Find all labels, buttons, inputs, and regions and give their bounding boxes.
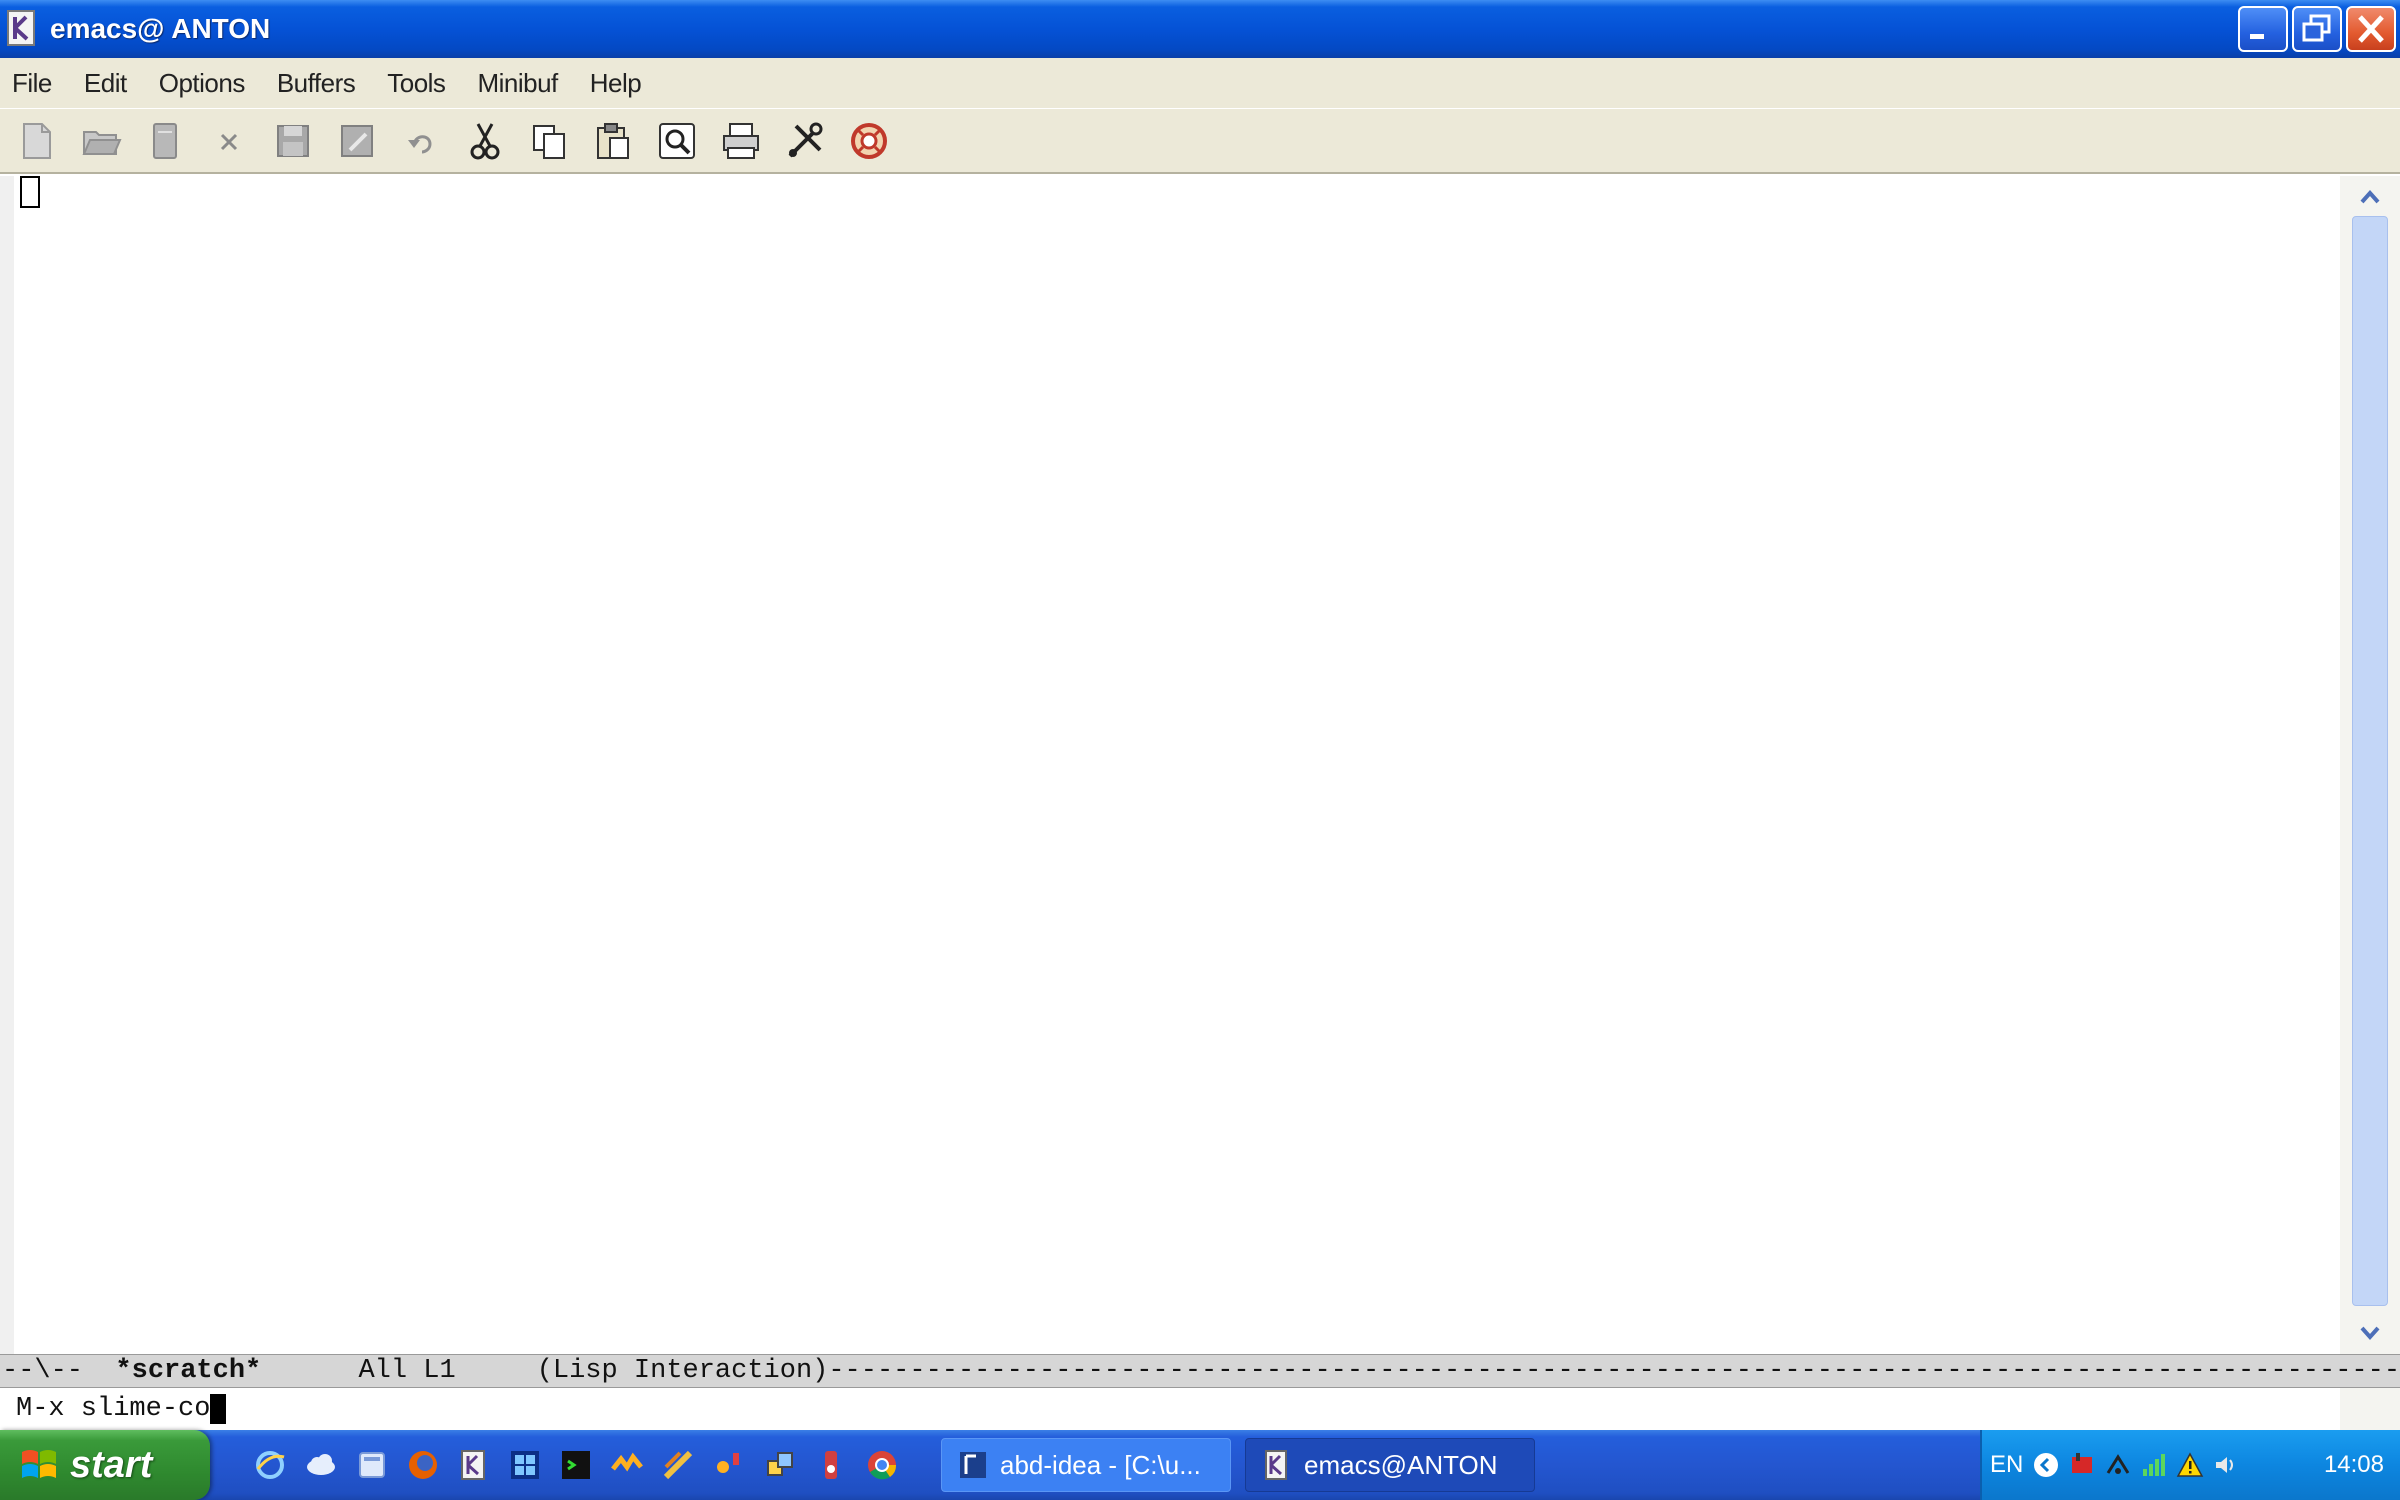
close-buffer-icon[interactable] — [204, 116, 254, 166]
windows-logo-icon — [22, 1450, 56, 1478]
menu-tools[interactable]: Tools — [385, 64, 447, 103]
minibuffer[interactable]: M-x slime-co — [0, 1388, 2400, 1430]
menu-file[interactable]: File — [10, 64, 54, 103]
menu-minibuf[interactable]: Minibuf — [475, 64, 559, 103]
media-icon[interactable] — [811, 1445, 851, 1485]
task-label: abd-idea - [C:\u... — [1000, 1449, 1201, 1480]
chrome-icon[interactable] — [862, 1445, 902, 1485]
task-button-idea[interactable]: abd-idea - [C:\u... — [941, 1438, 1231, 1492]
start-label: start — [70, 1443, 153, 1486]
menu-options[interactable]: Options — [157, 64, 247, 103]
task-button-emacs[interactable]: emacs@ANTON — [1245, 1438, 1535, 1492]
folder-icon[interactable] — [352, 1445, 392, 1485]
signal-icon[interactable] — [2139, 1450, 2169, 1480]
menu-help[interactable]: Help — [588, 64, 643, 103]
tray-app-icon[interactable] — [2067, 1450, 2097, 1480]
modeline-prefix: --\-- — [2, 1356, 116, 1386]
title-bar[interactable]: emacs@ ANTON — [0, 0, 2400, 58]
system-tray: EN 14:08 — [1980, 1430, 2400, 1500]
ie-icon[interactable] — [250, 1445, 290, 1485]
task-label: emacs@ANTON — [1304, 1449, 1498, 1480]
cut-icon[interactable] — [460, 116, 510, 166]
text-cursor — [20, 176, 40, 208]
close-button[interactable] — [2346, 6, 2396, 52]
clock[interactable]: 14:08 — [2324, 1451, 2384, 1479]
menu-edit[interactable]: Edit — [82, 64, 129, 103]
quick-launch — [250, 1445, 913, 1485]
open-folder-icon[interactable] — [76, 116, 126, 166]
terminal-icon[interactable] — [556, 1445, 596, 1485]
minibuffer-scrollbar[interactable] — [2340, 1388, 2400, 1430]
tray-arrow-icon[interactable] — [2031, 1450, 2061, 1480]
volume-icon[interactable] — [2211, 1450, 2241, 1480]
scroll-down-icon[interactable] — [2352, 1316, 2388, 1350]
new-file-icon[interactable] — [12, 116, 62, 166]
editor-buffer[interactable] — [0, 176, 2340, 1354]
dired-icon[interactable] — [140, 116, 190, 166]
toolbar — [0, 108, 2400, 174]
mode-line: --\-- *scratch* All L1 (Lisp Interaction… — [0, 1354, 2400, 1388]
save-as-icon[interactable] — [332, 116, 382, 166]
network-icon[interactable] — [760, 1445, 800, 1485]
modeline-dashes: ----------------------------------------… — [828, 1356, 2400, 1386]
emacs-icon[interactable] — [454, 1445, 494, 1485]
paste-icon[interactable] — [588, 116, 638, 166]
minibuffer-cursor — [210, 1394, 227, 1424]
copy-icon[interactable] — [524, 116, 574, 166]
emacs-icon — [1265, 1450, 1287, 1480]
cloud-icon[interactable] — [301, 1445, 341, 1485]
save-icon[interactable] — [268, 116, 318, 166]
search-icon[interactable] — [652, 116, 702, 166]
help-icon[interactable] — [844, 116, 894, 166]
minibuffer-input[interactable]: M-x slime-co — [16, 1394, 210, 1424]
minimize-button[interactable] — [2238, 6, 2288, 52]
vertical-scrollbar[interactable] — [2340, 176, 2400, 1354]
idea-icon — [960, 1452, 986, 1478]
modeline-position: All L1 — [261, 1356, 537, 1386]
modeline-buffer-name[interactable]: *scratch* — [115, 1356, 261, 1386]
app-icon[interactable] — [658, 1445, 698, 1485]
scroll-up-icon[interactable] — [2352, 180, 2388, 214]
scrollbar-thumb[interactable] — [2352, 216, 2388, 1306]
app2-icon[interactable] — [709, 1445, 749, 1485]
preferences-icon[interactable] — [780, 116, 830, 166]
window-title: emacs@ ANTON — [50, 13, 271, 44]
language-indicator[interactable]: EN — [1990, 1451, 2023, 1479]
warning-icon[interactable] — [2175, 1450, 2205, 1480]
firefox-icon[interactable] — [403, 1445, 443, 1485]
undo-icon[interactable] — [396, 116, 446, 166]
tray-network-icon[interactable] — [2103, 1450, 2133, 1480]
windows-icon[interactable] — [505, 1445, 545, 1485]
start-button[interactable]: start — [0, 1430, 210, 1500]
maximize-button[interactable] — [2292, 6, 2342, 52]
menu-buffers[interactable]: Buffers — [275, 64, 357, 103]
emacs-icon — [6, 9, 40, 49]
menu-bar: File Edit Options Buffers Tools Minibuf … — [0, 58, 2400, 108]
tool-icon[interactable] — [607, 1445, 647, 1485]
modeline-major-mode[interactable]: (Lisp Interaction) — [537, 1356, 829, 1386]
taskbar: start abd-idea - [C:\u... emacs@ANTON EN… — [0, 1430, 2400, 1500]
print-icon[interactable] — [716, 116, 766, 166]
